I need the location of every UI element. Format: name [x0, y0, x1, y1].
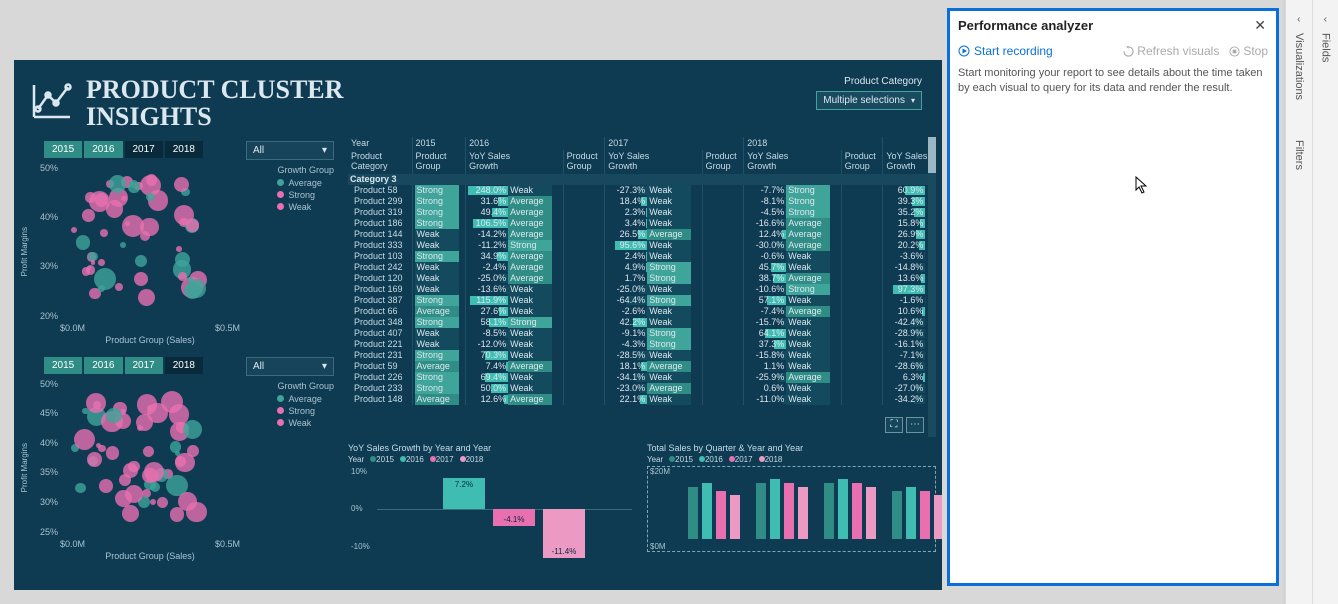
category-slicer: Product Category Multiple selections▾ — [816, 76, 922, 110]
scroll-thumb[interactable] — [928, 137, 936, 173]
panel-title: Performance analyzer — [958, 18, 1093, 33]
group-dropdown[interactable]: All▾ — [246, 141, 334, 160]
focus-mode-icon[interactable]: ⛶ — [885, 417, 903, 433]
scatter-chart-1[interactable]: 2015201620172018 All▾ Growth Group Avera… — [20, 137, 340, 347]
pane-label: Visualizations — [1293, 33, 1305, 100]
slicer-label: Product Category — [816, 76, 922, 87]
year-button[interactable]: 2018 — [165, 141, 203, 158]
pane-label: Filters — [1293, 140, 1305, 170]
legend: Growth Group Average Strong Weak — [277, 381, 334, 430]
more-options-icon[interactable]: ⋯ — [906, 417, 924, 433]
stop-button: Stop — [1229, 44, 1268, 58]
chevron-down-icon: ▾ — [322, 145, 327, 156]
start-recording-button[interactable]: Start recording — [958, 44, 1053, 58]
panel-description: Start monitoring your report to see deta… — [950, 64, 1276, 98]
refresh-visuals-button: Refresh visuals — [1123, 44, 1219, 58]
close-icon[interactable]: ✕ — [1254, 17, 1266, 34]
report-canvas[interactable]: PRODUCT CLUSTER INSIGHTS Product Categor… — [14, 60, 942, 590]
performance-analyzer-panel: Performance analyzer ✕ Start recording R… — [947, 8, 1279, 586]
scatter-chart-2[interactable]: 2015201620172018 All▾ Growth Group Avera… — [20, 353, 340, 563]
group-dropdown[interactable]: All▾ — [246, 357, 334, 376]
matrix-visual[interactable]: Year2015201620172018ProductCategoryProdu… — [348, 137, 936, 437]
chevron-left-icon[interactable]: ‹ — [1324, 14, 1327, 25]
pane-label: Fields — [1319, 33, 1331, 62]
chart-icon — [28, 77, 76, 130]
year-button[interactable]: 2016 — [84, 357, 122, 374]
legend: Growth Group Average Strong Weak — [277, 165, 334, 214]
scrollbar[interactable] — [928, 137, 936, 437]
chevron-down-icon: ▾ — [911, 96, 915, 105]
year-button[interactable]: 2016 — [84, 141, 122, 158]
chevron-left-icon[interactable]: ‹ — [1297, 14, 1300, 25]
total-sales-chart[interactable]: Total Sales by Quarter & Year and Year Y… — [647, 443, 936, 565]
visualizations-pane[interactable]: ‹ Visualizations Filters — [1285, 0, 1312, 604]
fields-pane[interactable]: ‹ Fields — [1312, 0, 1338, 604]
yoy-growth-chart[interactable]: YoY Sales Growth by Year and Year Year20… — [348, 443, 637, 565]
category-dropdown[interactable]: Multiple selections▾ — [816, 91, 922, 110]
year-button[interactable]: 2017 — [125, 357, 163, 374]
year-button[interactable]: 2018 — [165, 357, 203, 374]
year-button[interactable]: 2017 — [125, 141, 163, 158]
year-button[interactable]: 2015 — [44, 357, 82, 374]
report-title: PRODUCT CLUSTER INSIGHTS — [86, 76, 343, 131]
year-button[interactable]: 2015 — [44, 141, 82, 158]
chevron-down-icon: ▾ — [322, 361, 327, 372]
